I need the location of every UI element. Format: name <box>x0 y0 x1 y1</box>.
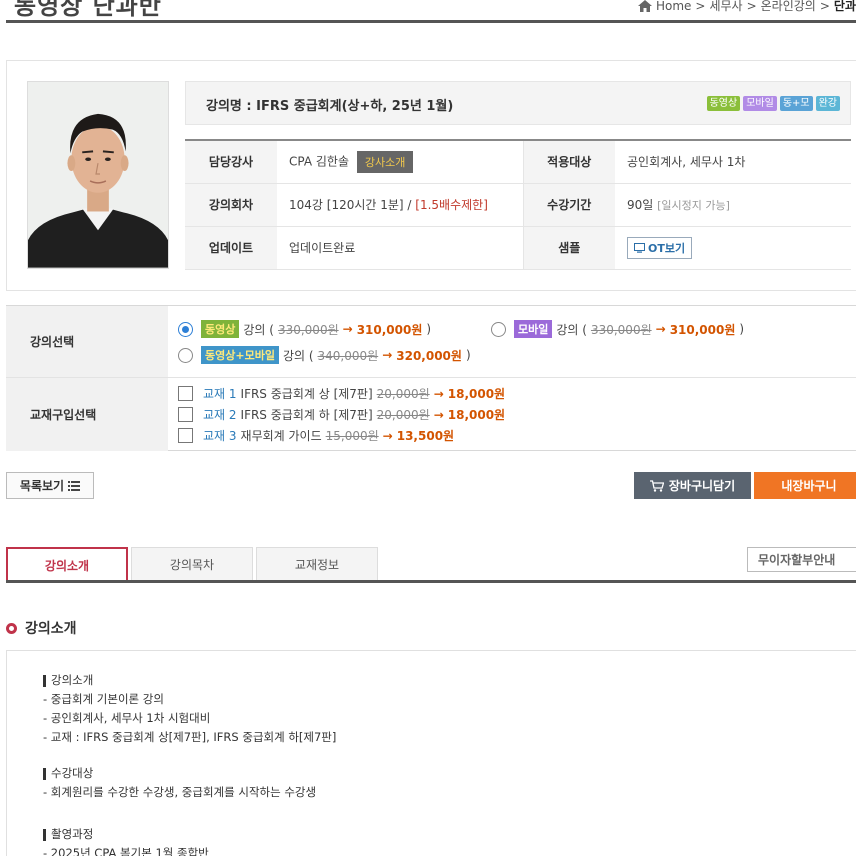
tab-book-info[interactable]: 교재정보 <box>256 547 378 581</box>
radio-mobile[interactable] <box>491 321 506 337</box>
radio-video[interactable] <box>178 321 193 337</box>
tab-contents[interactable]: 강의목차 <box>131 547 253 581</box>
purchase-selection: 강의선택 동영상 강의 (330,000원 → 310,000원) 모바일 강의… <box>6 305 856 451</box>
intro-block-target: 수강대상 - 회계원리를 수강한 수강생, 중급회계를 시작하는 수강생 <box>43 766 317 799</box>
period-value: 90일 <box>627 198 654 212</box>
tab-intro[interactable]: 강의소개 <box>6 547 128 581</box>
book-option-1[interactable]: 교재 1 IFRS 중급회계 상 [제7판] 20,000원 → 18,000원 <box>178 385 505 402</box>
bullet-circle-icon <box>6 622 17 634</box>
update-value: 업데이트완료 <box>277 226 524 270</box>
breadcrumb-online[interactable]: 온라인강의 <box>761 0 816 14</box>
table-row: 업데이트 업데이트완료 샘플 OT보기 <box>185 226 851 270</box>
home-icon[interactable] <box>637 0 652 12</box>
tag-video-mobile: 동영상+모바일 <box>201 346 279 364</box>
breadcrumb-home[interactable]: Home <box>656 0 691 13</box>
tag-mobile: 모바일 <box>514 320 553 338</box>
list-view-button[interactable]: 목록보기 <box>6 472 94 499</box>
book-select-label: 교재구입선택 <box>6 378 168 451</box>
list-icon <box>68 480 81 491</box>
playback-limit: [1.5배수제한] <box>415 198 488 212</box>
lecture-select-row: 강의선택 동영상 강의 (330,000원 → 310,000원) 모바일 강의… <box>6 306 856 378</box>
lecture-select-label: 강의선택 <box>6 306 168 377</box>
table-row: 강의회차 104강 [120시간 1분] / [1.5배수제한] 수강기간 90… <box>185 183 851 227</box>
sessions-value: 104강 [120시간 1분] / <box>289 198 416 212</box>
ot-view-label: OT보기 <box>648 241 686 255</box>
book-select-row: 교재구입선택 교재 1 IFRS 중급회계 상 [제7판] 20,000원 → … <box>6 378 856 451</box>
book-option-3[interactable]: 교재 3 재무회계 가이드 15,000원 → 13,500원 <box>178 427 454 444</box>
book-option-2[interactable]: 교재 2 IFRS 중급회계 하 [제7판] 20,000원 → 18,000원 <box>178 406 505 423</box>
monitor-icon <box>634 242 645 253</box>
label-instructor: 담당강사 <box>185 139 277 184</box>
add-to-cart-label: 장바구니담기 <box>668 479 736 493</box>
cart-icon <box>649 479 664 492</box>
checkbox-book-3[interactable] <box>178 428 193 443</box>
section-heading: 강의소개 <box>6 618 77 638</box>
radio-video-mobile[interactable] <box>178 347 193 363</box>
content-tabs: 강의소개 강의목차 교재정보 <box>6 547 378 581</box>
label-sample: 샘플 <box>523 226 615 270</box>
instructor-intro-button[interactable]: 강사소개 <box>356 150 414 173</box>
section-heading-text: 강의소개 <box>25 621 77 637</box>
label-sessions: 강의회차 <box>185 183 277 227</box>
installment-notice-button[interactable]: 무이자할부안내 <box>747 547 856 572</box>
option-video[interactable]: 동영상 강의 (330,000원 → 310,000원) <box>178 320 431 338</box>
target-value: 공인회계사, 세무사 1차 <box>615 139 851 184</box>
breadcrumb: Home > 세무사 > 온라인강의 > 단과 <box>637 0 856 14</box>
table-row: 담당강사 CPA 김한솔 강사소개 적용대상 공인회계사, 세무사 1차 <box>185 139 851 184</box>
add-to-cart-button[interactable]: 장바구니담기 <box>634 472 751 499</box>
label-target: 적용대상 <box>523 139 615 184</box>
breadcrumb-tax[interactable]: 세무사 <box>709 0 742 14</box>
course-info-table: 담당강사 CPA 김한솔 강사소개 적용대상 공인회계사, 세무사 1차 강의회… <box>185 139 851 270</box>
course-badges: 동영상 모바일 동+모 완강 <box>706 96 840 111</box>
instructor-name: CPA 김한솔 <box>289 154 349 169</box>
badge-video-mobile: 동+모 <box>779 96 813 111</box>
option-video-mobile[interactable]: 동영상+모바일 강의 (340,000원 → 320,000원) <box>178 346 471 364</box>
list-view-label: 목록보기 <box>19 479 65 493</box>
my-cart-button[interactable]: 내장바구니 <box>754 472 856 499</box>
label-update: 업데이트 <box>185 226 277 270</box>
badge-complete: 완강 <box>815 96 840 111</box>
instructor-portrait <box>28 82 168 268</box>
intro-block-recording: 촬영과정 - 2025년 CPA 봄기본 1월 종합반 <box>43 827 209 856</box>
page-title: 동영상 단과반 <box>14 0 162 20</box>
label-period: 수강기간 <box>523 183 615 227</box>
breadcrumb-current: 단과 <box>833 0 856 13</box>
checkbox-book-1[interactable] <box>178 386 193 401</box>
pause-note: [일시정지 가능] <box>657 199 730 212</box>
course-title-bar: 강의명 : IFRS 중급회계(상+하, 25년 1월) 동영상 모바일 동+모… <box>185 81 851 125</box>
header-divider <box>6 20 856 23</box>
badge-mobile: 모바일 <box>743 96 777 111</box>
ot-view-button[interactable]: OT보기 <box>627 236 693 259</box>
checkbox-book-2[interactable] <box>178 407 193 422</box>
instructor-photo <box>27 81 169 269</box>
badge-video: 동영상 <box>706 96 741 111</box>
course-title: 강의명 : IFRS 중급회계(상+하, 25년 1월) <box>206 99 454 114</box>
tab-divider <box>6 580 856 583</box>
course-info-panel: 강의명 : IFRS 중급회계(상+하, 25년 1월) 동영상 모바일 동+모… <box>6 60 856 291</box>
intro-content: 강의소개 - 중급회계 기본이론 강의 - 공인회계사, 세무사 1차 시험대비… <box>6 650 856 856</box>
intro-block-overview: 강의소개 - 중급회계 기본이론 강의 - 공인회계사, 세무사 1차 시험대비… <box>43 673 337 744</box>
tag-video: 동영상 <box>201 320 240 338</box>
option-mobile[interactable]: 모바일 강의 (330,000원 → 310,000원) <box>491 320 744 338</box>
